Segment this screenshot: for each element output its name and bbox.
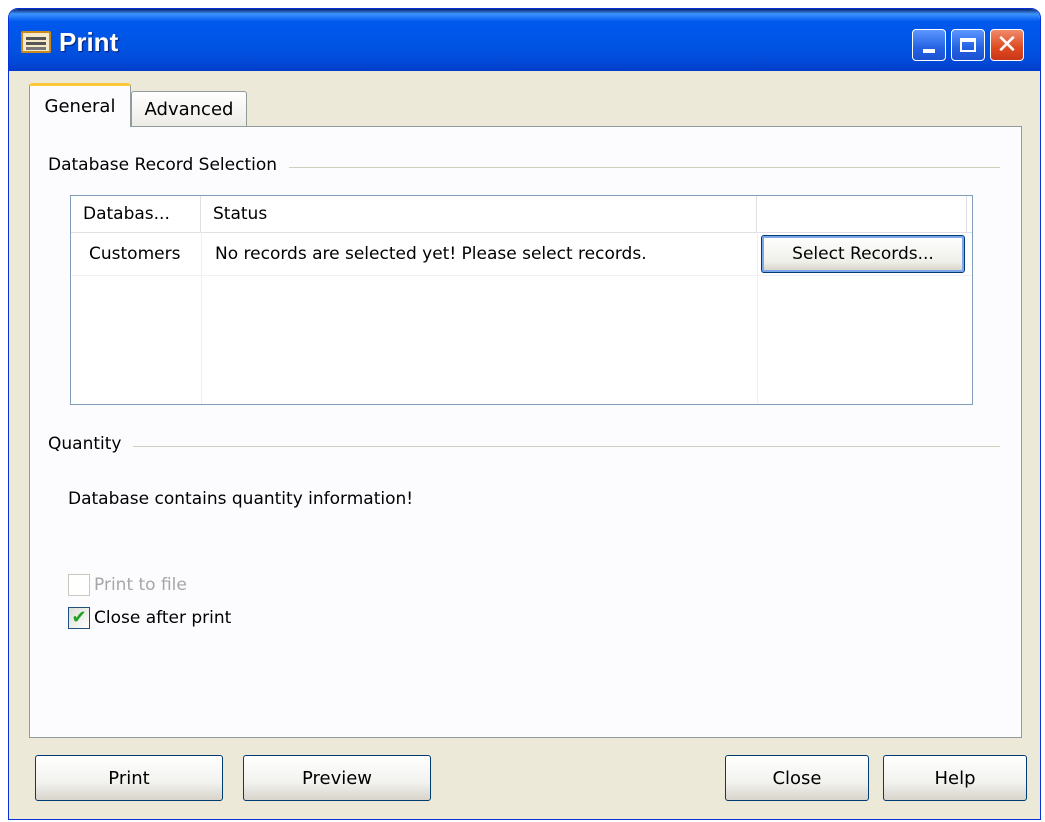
cell-database: Customers (89, 244, 181, 264)
maximize-icon (960, 38, 976, 52)
maximize-button[interactable] (951, 29, 985, 61)
print-dialog: Print ✕ General Advanced Database Record… (8, 8, 1041, 820)
window-title: Print (59, 27, 119, 57)
record-selection-title: Database Record Selection (48, 155, 290, 175)
close-after-print-label: Close after print (94, 608, 232, 628)
cell-status: No records are selected yet! Please sele… (215, 244, 647, 264)
quantity-info-text: Database contains quantity information! (68, 489, 414, 509)
tab-advanced[interactable]: Advanced (131, 91, 247, 127)
close-after-print-option[interactable]: ✔ Close after print (68, 605, 231, 631)
select-records-button[interactable]: Select Records... (761, 235, 965, 273)
general-tab-panel: Database Record Selection Databas... Sta… (29, 126, 1022, 738)
column-header-status[interactable]: Status (201, 196, 757, 232)
print-to-file-option[interactable]: Print to file (68, 572, 187, 598)
close-icon: ✕ (996, 30, 1018, 60)
checkmark-icon: ✔ (71, 607, 87, 628)
print-button[interactable]: Print (35, 755, 223, 801)
list-header: Databas... Status (71, 196, 972, 233)
preview-button[interactable]: Preview (243, 755, 431, 801)
print-to-file-checkbox[interactable] (68, 574, 90, 596)
close-button[interactable]: Close (725, 755, 869, 801)
column-header-database[interactable]: Databas... (71, 196, 201, 232)
close-after-print-checkbox[interactable]: ✔ (68, 607, 90, 629)
quantity-divider (48, 446, 1000, 447)
database-record-list[interactable]: Databas... Status Customers No records a… (70, 195, 973, 405)
title-bar[interactable]: Print ✕ (9, 9, 1040, 71)
minimize-button[interactable] (912, 29, 946, 61)
close-window-button[interactable]: ✕ (990, 29, 1024, 61)
quantity-title: Quantity (48, 434, 134, 454)
tab-general[interactable]: General (29, 83, 131, 127)
column-header-action[interactable] (757, 196, 967, 232)
help-button[interactable]: Help (883, 755, 1027, 801)
keyboard-icon (21, 31, 51, 53)
print-to-file-label: Print to file (94, 575, 187, 595)
minimize-icon (923, 49, 935, 53)
